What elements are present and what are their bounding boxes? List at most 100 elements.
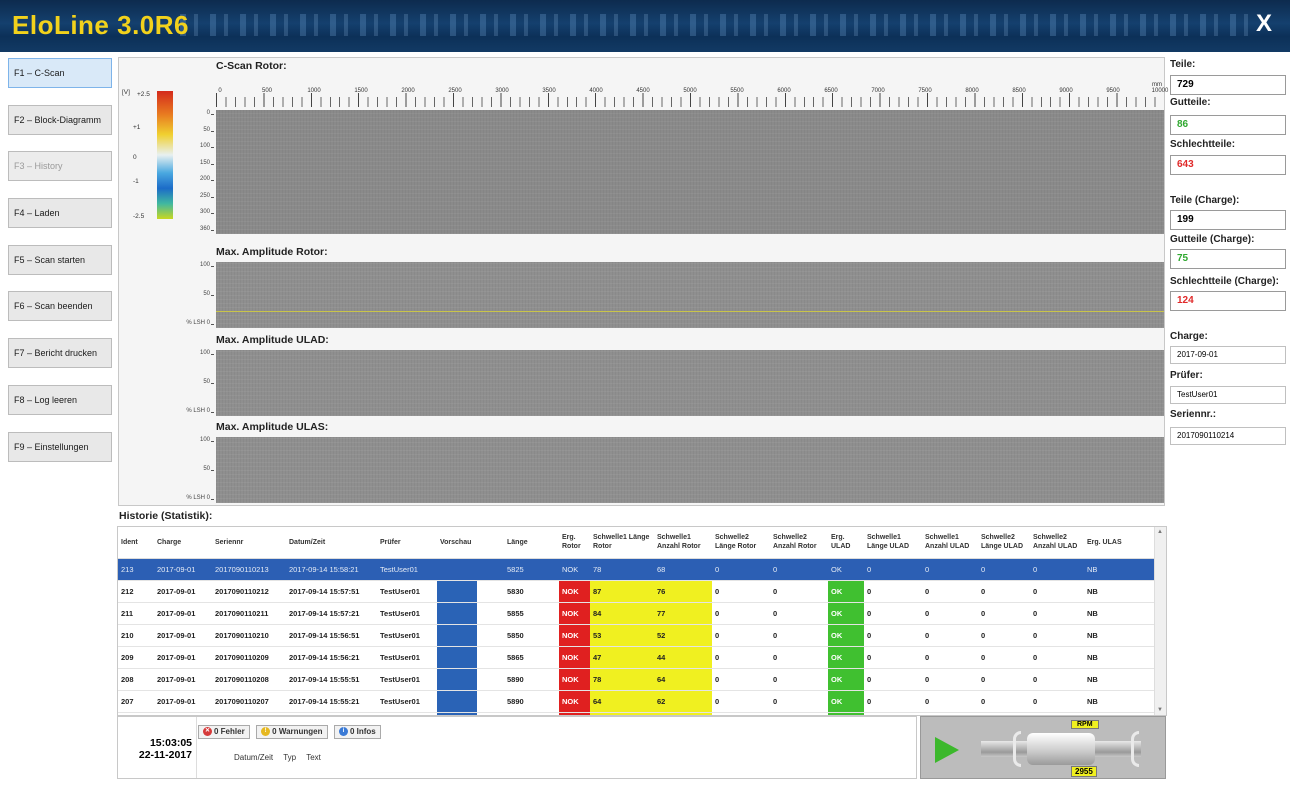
history-column-header[interactable]: Länge xyxy=(504,527,559,559)
table-row[interactable]: 207 2017-09-01 2017090110207 2017-09-14 15:… xyxy=(118,690,1154,713)
preview-spacer xyxy=(477,690,504,713)
seriennr-label: Seriennr.: xyxy=(1170,409,1217,420)
history-column-header[interactable]: Schwelle2 Länge ULAD xyxy=(978,527,1030,559)
scroll-up-icon[interactable]: ▲ xyxy=(1157,529,1163,535)
cell-laenge: 5830 xyxy=(504,580,559,603)
cell-s1l-u: 0 xyxy=(864,602,922,625)
table-row[interactable]: 209 2017-09-01 2017090110209 2017-09-14 15:… xyxy=(118,646,1154,669)
table-row[interactable]: 212 2017-09-01 2017090110212 2017-09-14 15:… xyxy=(118,580,1154,603)
history-column-header[interactable]: Ident xyxy=(118,527,154,559)
cell-datum: 2017-09-14 15:55:21 xyxy=(286,690,377,713)
history-column-header[interactable]: Schwelle1 Länge Rotor xyxy=(590,527,654,559)
history-column-header[interactable]: Schwelle2 Anzahl Rotor xyxy=(770,527,828,559)
cell-datum: 2017-09-14 15:58:21 xyxy=(286,558,377,581)
history-column-header[interactable]: Schwelle1 Länge ULAD xyxy=(864,527,922,559)
ruler-tick-label: 4000 xyxy=(589,88,603,94)
history-column-header[interactable]: Erg. ULAD xyxy=(828,527,864,559)
ruler-major-ticks xyxy=(216,93,1164,107)
cell-charge: 2017-09-01 xyxy=(154,580,212,603)
history-column-header[interactable]: Erg. ULAS xyxy=(1084,527,1154,559)
table-row[interactable]: 210 2017-09-01 2017090110210 2017-09-14 15:… xyxy=(118,624,1154,647)
history-column-header[interactable]: Vorschau xyxy=(437,527,477,559)
cell-s1a-r: 77 xyxy=(654,602,712,625)
charge-field[interactable]: 2017-09-01 xyxy=(1170,346,1286,364)
cell-datum: 2017-09-14 15:55:51 xyxy=(286,668,377,691)
cell-s1l-u: 0 xyxy=(864,580,922,603)
sidebar-button-f5[interactable]: F5 – Scan starten xyxy=(8,244,112,275)
scroll-down-icon[interactable]: ▼ xyxy=(1157,707,1163,713)
y-tick-label: 0 xyxy=(206,110,210,116)
infos-tab[interactable]: i0 Infos xyxy=(333,725,381,739)
preview-cell xyxy=(437,602,477,625)
history-table-container: Ident Charge Seriennr Datum/Zeit Prüfer Vorsc… xyxy=(117,526,1167,716)
sidebar-button-f8[interactable]: F8 – Log leeren xyxy=(8,384,112,415)
sidebar-button-f6[interactable]: F6 – Scan beenden xyxy=(8,291,112,322)
sidebar-button-f9[interactable]: F9 – Einstellungen xyxy=(8,431,112,462)
y-tick-label: % LSH 0 xyxy=(186,495,210,501)
cell-s1a-r: 68 xyxy=(654,558,712,581)
preview-spacer xyxy=(477,580,504,603)
seriennr-field[interactable]: 2017090110214 xyxy=(1170,427,1286,445)
cell-s2l-u: 0 xyxy=(978,602,1030,625)
ruler-tick-label: 7000 xyxy=(871,88,885,94)
history-column-header[interactable]: Datum/Zeit xyxy=(286,527,377,559)
cell-s2a-u: 0 xyxy=(1030,558,1084,581)
cell-s1l-r: 87 xyxy=(590,580,654,603)
ulas-title: Max. Amplitude ULAS: xyxy=(216,421,329,433)
history-column-header[interactable]: Erg. Rotor xyxy=(559,527,590,559)
sidebar-button-f7[interactable]: F7 – Bericht drucken xyxy=(8,338,112,369)
cell-s1a-r: 62 xyxy=(654,690,712,713)
cell-charge: 2017-09-01 xyxy=(154,646,212,669)
errors-tab[interactable]: ✕ 0 Fehler xyxy=(198,725,250,739)
history-column-header[interactable]: Schwelle1 Anzahl ULAD xyxy=(922,527,978,559)
rpm-widget: RPM 2955 xyxy=(920,716,1166,779)
y-tick xyxy=(211,230,214,231)
history-column-header[interactable]: Charge xyxy=(154,527,212,559)
table-row[interactable]: 211 2017-09-01 2017090110211 2017-09-14 15:… xyxy=(118,602,1154,625)
cell-erg-ulad: OK xyxy=(828,624,864,647)
y-tick-label: % LSH 0 xyxy=(186,320,210,326)
cell-ident: 211 xyxy=(118,602,154,625)
table-row[interactable]: 213 2017-09-01 2017090110213 2017-09-14 15:… xyxy=(118,558,1154,581)
probe-left-icon xyxy=(1013,731,1021,767)
y-tick xyxy=(211,147,214,149)
pruefer-field[interactable]: TestUser01 xyxy=(1170,386,1286,404)
table-row[interactable]: 208 2017-09-01 2017090110208 2017-09-14 15:… xyxy=(118,668,1154,691)
play-icon[interactable] xyxy=(935,737,959,763)
history-body: 213 2017-09-01 2017090110213 2017-09-14 15:… xyxy=(118,558,1154,715)
log-col-typ: Typ xyxy=(283,753,297,762)
cscan-y-axis: 0 50 100 150 200 250 300 360 xyxy=(179,110,214,234)
cell-s1l-r: 47 xyxy=(590,646,654,669)
ruler-tick-label: 8000 xyxy=(965,88,979,94)
cell-ident: 212 xyxy=(118,580,154,603)
cell-s2a-u: 0 xyxy=(1030,668,1084,691)
history-scrollbar[interactable]: ▲ ▼ xyxy=(1154,527,1166,715)
history-column-header[interactable]: Schwelle2 Anzahl ULAD xyxy=(1030,527,1084,559)
rpm-label: RPM xyxy=(1071,720,1099,729)
ruler-tick-label: 7500 xyxy=(918,88,932,94)
sidebar-button-f3[interactable]: F3 – History xyxy=(8,151,112,182)
history-column-header[interactable] xyxy=(477,527,504,559)
close-icon[interactable]: X xyxy=(1256,10,1272,38)
function-sidebar: F1 – C-Scan F2 – Block-Diagramm F3 – Histo… xyxy=(8,58,114,478)
cell-erg-ulas: NB xyxy=(1084,668,1154,691)
y-tick-label: 200 xyxy=(199,176,210,183)
history-column-header[interactable]: Schwelle2 Länge Rotor xyxy=(712,527,770,559)
colorbar-tick-label: +1 xyxy=(133,124,141,131)
history-column-header[interactable]: Schwelle1 Anzahl Rotor xyxy=(654,527,712,559)
cell-s1l-r: 78 xyxy=(590,668,654,691)
sidebar-button-f1[interactable]: F1 – C-Scan xyxy=(8,58,112,88)
preview-cell xyxy=(437,580,477,603)
teile-charge-label: Teile (Charge): xyxy=(1170,195,1240,206)
sidebar-button-f4[interactable]: F4 – Laden xyxy=(8,198,112,229)
log-col-text: Text xyxy=(306,753,321,762)
history-column-header[interactable]: Seriennr xyxy=(212,527,286,559)
history-column-header[interactable]: Prüfer xyxy=(377,527,437,559)
ruler-tick-label: 1000 xyxy=(307,88,321,94)
y-tick xyxy=(211,499,214,500)
sidebar-button-f2[interactable]: F2 – Block-Diagramm xyxy=(8,104,112,135)
cell-erg-ulad: OK xyxy=(828,558,864,581)
y-tick-label: 100 xyxy=(199,262,210,268)
warnings-label: 0 Warnungen xyxy=(272,727,323,736)
warnings-tab[interactable]: ! 0 Warnungen xyxy=(256,725,328,739)
